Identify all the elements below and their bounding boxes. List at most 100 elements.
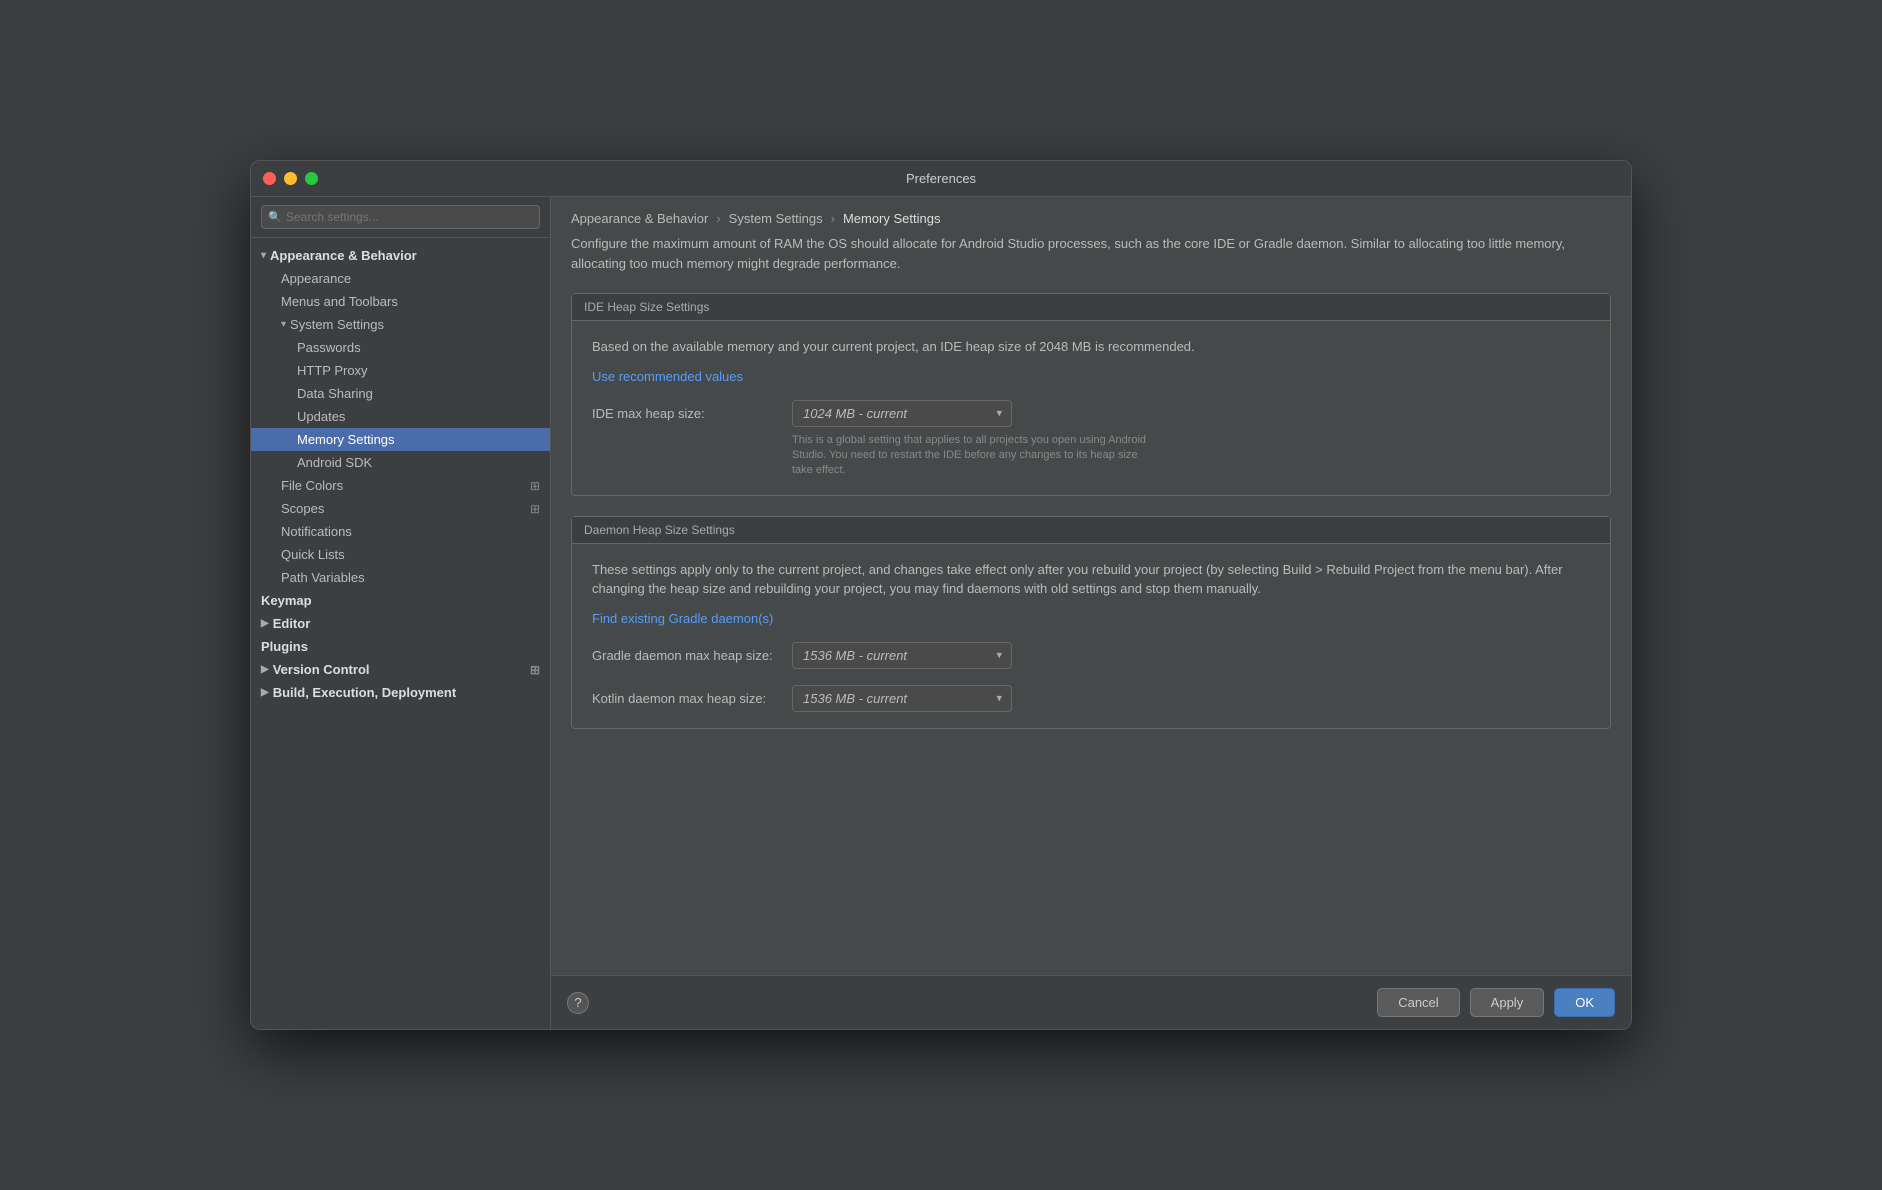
sidebar: 🔍 ▾ Appearance & Behavior Appearance Men… xyxy=(251,197,551,1029)
window-title: Preferences xyxy=(906,171,976,186)
sidebar-item-label: File Colors xyxy=(281,478,343,493)
kotlin-heap-select-wrap: 750 MB 1024 MB 1536 MB - current 2048 MB… xyxy=(792,685,1012,712)
sidebar-item-label: Notifications xyxy=(281,524,352,539)
ide-heap-hint: This is a global setting that applies to… xyxy=(792,433,1152,479)
arrow-icon: ▶ xyxy=(261,687,269,698)
sidebar-item-android-sdk[interactable]: Android SDK xyxy=(251,451,550,474)
daemon-heap-section-body: These settings apply only to the current… xyxy=(572,544,1610,728)
search-icon: 🔍 xyxy=(268,211,282,224)
main-content-area: 🔍 ▾ Appearance & Behavior Appearance Men… xyxy=(251,197,1631,1029)
ide-heap-section: IDE Heap Size Settings Based on the avai… xyxy=(571,293,1611,496)
sidebar-item-label: Plugins xyxy=(261,639,308,654)
ide-heap-section-title: IDE Heap Size Settings xyxy=(572,294,1610,321)
sidebar-item-label: Memory Settings xyxy=(297,432,395,447)
window-controls xyxy=(263,172,318,185)
ide-heap-section-body: Based on the available memory and your c… xyxy=(572,321,1610,495)
sidebar-item-label: Scopes xyxy=(281,501,324,516)
sidebar-item-label: Path Variables xyxy=(281,570,365,585)
minimize-button[interactable] xyxy=(284,172,297,185)
sidebar-item-label: HTTP Proxy xyxy=(297,363,368,378)
use-recommended-link[interactable]: Use recommended values xyxy=(592,369,743,384)
help-label: ? xyxy=(574,995,581,1010)
gradle-heap-field-row: Gradle daemon max heap size: 750 MB 1024… xyxy=(592,642,1590,669)
breadcrumb-part-2[interactable]: System Settings xyxy=(729,211,823,226)
close-button[interactable] xyxy=(263,172,276,185)
help-button[interactable]: ? xyxy=(567,992,589,1014)
ide-heap-select-wrap: 750 MB 1024 MB - current 2048 MB 4096 MB… xyxy=(792,400,1012,427)
gradle-heap-select[interactable]: 750 MB 1024 MB 1536 MB - current 2048 MB… xyxy=(792,642,1012,669)
sidebar-item-passwords[interactable]: Passwords xyxy=(251,336,550,359)
sidebar-item-label: Build, Execution, Deployment xyxy=(273,685,456,700)
arrow-icon: ▾ xyxy=(281,319,286,330)
search-wrap: 🔍 xyxy=(261,205,540,229)
settings-icon: ⊞ xyxy=(530,502,540,516)
daemon-heap-section: Daemon Heap Size Settings These settings… xyxy=(571,516,1611,729)
settings-icon: ⊞ xyxy=(530,663,540,677)
sidebar-item-label: Appearance xyxy=(281,271,351,286)
sidebar-item-label: Updates xyxy=(297,409,345,424)
apply-button[interactable]: Apply xyxy=(1470,988,1545,1017)
page-description: Configure the maximum amount of RAM the … xyxy=(571,234,1611,273)
sidebar-item-appearance[interactable]: Appearance xyxy=(251,267,550,290)
ok-button[interactable]: OK xyxy=(1554,988,1615,1017)
kotlin-heap-field-row: Kotlin daemon max heap size: 750 MB 1024… xyxy=(592,685,1590,712)
breadcrumb-separator: › xyxy=(831,211,835,226)
sidebar-item-memory-settings[interactable]: Memory Settings xyxy=(251,428,550,451)
sidebar-item-label: Passwords xyxy=(297,340,361,355)
sidebar-item-keymap[interactable]: Keymap xyxy=(251,589,550,612)
maximize-button[interactable] xyxy=(305,172,318,185)
gradle-heap-select-wrap: 750 MB 1024 MB 1536 MB - current 2048 MB… xyxy=(792,642,1012,669)
sidebar-tree: ▾ Appearance & Behavior Appearance Menus… xyxy=(251,238,550,710)
sidebar-item-data-sharing[interactable]: Data Sharing xyxy=(251,382,550,405)
scroll-content: Configure the maximum amount of RAM the … xyxy=(551,234,1631,975)
arrow-icon: ▾ xyxy=(261,250,266,261)
sidebar-item-label: System Settings xyxy=(290,317,384,332)
daemon-description: These settings apply only to the current… xyxy=(592,560,1590,599)
sidebar-item-scopes[interactable]: Scopes ⊞ xyxy=(251,497,550,520)
daemon-heap-section-title: Daemon Heap Size Settings xyxy=(572,517,1610,544)
search-input[interactable] xyxy=(261,205,540,229)
search-container: 🔍 xyxy=(251,197,550,238)
bottom-bar: ? Cancel Apply OK xyxy=(551,975,1631,1029)
sidebar-item-label: Keymap xyxy=(261,593,312,608)
ide-heap-select[interactable]: 750 MB 1024 MB - current 2048 MB 4096 MB xyxy=(792,400,1012,427)
sidebar-item-label: Data Sharing xyxy=(297,386,373,401)
sidebar-item-file-colors[interactable]: File Colors ⊞ xyxy=(251,474,550,497)
sidebar-item-menus-toolbars[interactable]: Menus and Toolbars xyxy=(251,290,550,313)
main-panel: Appearance & Behavior › System Settings … xyxy=(551,197,1631,1029)
breadcrumb-separator: › xyxy=(716,211,720,226)
breadcrumb-part-3: Memory Settings xyxy=(843,211,941,226)
kotlin-heap-label: Kotlin daemon max heap size: xyxy=(592,691,792,706)
sidebar-item-system-settings[interactable]: ▾ System Settings xyxy=(251,313,550,336)
find-gradle-daemon-link[interactable]: Find existing Gradle daemon(s) xyxy=(592,611,773,626)
sidebar-item-http-proxy[interactable]: HTTP Proxy xyxy=(251,359,550,382)
sidebar-item-label: Menus and Toolbars xyxy=(281,294,398,309)
sidebar-item-label: Quick Lists xyxy=(281,547,345,562)
cancel-button[interactable]: Cancel xyxy=(1377,988,1459,1017)
sidebar-item-appearance-behavior[interactable]: ▾ Appearance & Behavior xyxy=(251,244,550,267)
titlebar: Preferences xyxy=(251,161,1631,197)
ide-recommendation-text: Based on the available memory and your c… xyxy=(592,337,1590,357)
sidebar-item-label: Editor xyxy=(273,616,311,631)
sidebar-item-label: Version Control xyxy=(273,662,370,677)
arrow-icon: ▶ xyxy=(261,664,269,675)
breadcrumb: Appearance & Behavior › System Settings … xyxy=(551,197,1631,234)
arrow-icon: ▶ xyxy=(261,618,269,629)
sidebar-item-version-control[interactable]: ▶ Version Control ⊞ xyxy=(251,658,550,681)
sidebar-item-plugins[interactable]: Plugins xyxy=(251,635,550,658)
sidebar-item-label: Android SDK xyxy=(297,455,372,470)
ide-heap-field-row: IDE max heap size: 750 MB 1024 MB - curr… xyxy=(592,400,1590,427)
gradle-heap-label: Gradle daemon max heap size: xyxy=(592,648,792,663)
sidebar-item-editor[interactable]: ▶ Editor xyxy=(251,612,550,635)
sidebar-item-label: Appearance & Behavior xyxy=(270,248,417,263)
sidebar-item-build-exec[interactable]: ▶ Build, Execution, Deployment xyxy=(251,681,550,704)
settings-icon: ⊞ xyxy=(530,479,540,493)
ide-heap-label: IDE max heap size: xyxy=(592,406,792,421)
sidebar-item-path-variables[interactable]: Path Variables xyxy=(251,566,550,589)
kotlin-heap-select[interactable]: 750 MB 1024 MB 1536 MB - current 2048 MB… xyxy=(792,685,1012,712)
sidebar-item-updates[interactable]: Updates xyxy=(251,405,550,428)
sidebar-item-notifications[interactable]: Notifications xyxy=(251,520,550,543)
breadcrumb-part-1[interactable]: Appearance & Behavior xyxy=(571,211,708,226)
preferences-window: Preferences 🔍 ▾ Appearance & Behavior Ap… xyxy=(250,160,1632,1030)
sidebar-item-quick-lists[interactable]: Quick Lists xyxy=(251,543,550,566)
